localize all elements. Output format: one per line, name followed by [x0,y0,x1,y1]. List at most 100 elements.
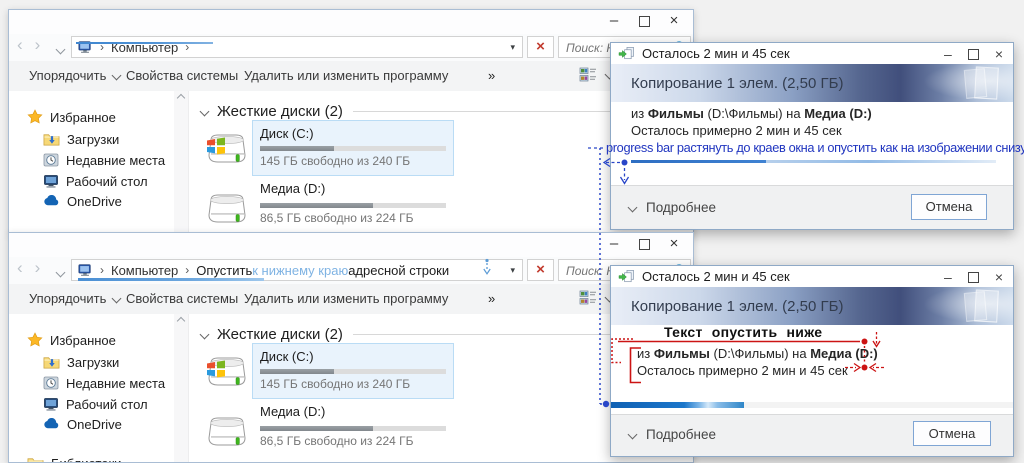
dialog-title: Осталось 2 мин и 45 сек [642,269,790,284]
drive-capacity-bar [260,146,446,151]
annotation-red-note: Текст опустить ниже [664,324,822,340]
address-annotation-2: к нижнему краю [252,263,348,278]
forward-button[interactable]: › [35,258,53,277]
maximize-button[interactable] [629,11,659,31]
dialog-title-bar[interactable]: Осталось 2 мин и 45 сек – × [611,43,1013,64]
nav-history-chevron-icon[interactable] [56,268,66,278]
copy-dialog-top: Осталось 2 мин и 45 сек – × Копирование … [610,42,1014,230]
address-annotation-1: Опустить [196,263,252,278]
close-button[interactable]: × [995,45,1003,63]
toolbar-system-properties[interactable]: Свойства системы [126,291,238,306]
details-toggle[interactable]: Подробнее [629,200,716,215]
address-bar: ‹› › Компьютер › Опустить к нижнему краю… [9,257,693,284]
sidebar-item-onedrive[interactable]: OneDrive [43,414,122,434]
cancel-button[interactable]: Отмена [911,194,987,220]
back-button[interactable]: ‹ [17,258,35,277]
drive-caption: 86,5 ГБ свободно из 224 ГБ [260,434,414,448]
maximize-button[interactable] [629,234,659,254]
dialog-title-bar[interactable]: Осталось 2 мин и 45 сек – × [611,266,1013,287]
cancel-button[interactable]: Отмена [913,421,991,446]
sidebar-item-downloads[interactable]: Загрузки [43,129,119,149]
nav-history-chevron-icon[interactable] [56,45,66,55]
sidebar: Избранное Загрузки Недавние места Рабочи… [9,314,174,462]
title-bar[interactable]: – × [9,10,693,34]
hdd-windows-icon[interactable] [203,350,251,392]
forward-button[interactable]: › [35,35,53,54]
maximize-icon [968,49,979,60]
minimize-button[interactable]: – [944,268,952,286]
drive-name[interactable]: Диск (C:) [260,349,314,364]
toolbar-uninstall-program[interactable]: Удалить или изменить программу [244,291,448,306]
toolbar-organize[interactable]: Упорядочить [29,68,120,83]
drive-name[interactable]: Медиа (D:) [260,404,325,419]
dialog-title: Осталось 2 мин и 45 сек [642,46,790,61]
drive-name[interactable]: Диск (C:) [260,126,314,141]
sidebar-item-desktop[interactable]: Рабочий стол [43,171,148,191]
download-folder-icon [43,355,60,369]
minimize-button[interactable]: – [599,11,629,31]
sidebar-item-downloads[interactable]: Загрузки [43,352,119,372]
hdd-windows-icon[interactable] [203,127,251,169]
maximize-icon [639,16,650,27]
minimize-button[interactable]: – [599,234,629,254]
close-button[interactable]: × [659,11,689,31]
toolbar-overflow-button[interactable]: » [488,291,495,306]
maximize-button[interactable] [968,44,979,64]
view-switcher-icon[interactable] [579,67,597,82]
sidebar-item-libraries[interactable]: Библиотеки [27,453,121,463]
toolbar-organize[interactable]: Упорядочить [29,291,120,306]
sidebar-item-recent-places[interactable]: Недавние места [43,150,165,170]
window-controls: – × [599,11,689,31]
sidebar-scrollbar[interactable] [174,91,189,233]
details-toggle[interactable]: Подробнее [629,427,716,442]
sidebar-item-recent-places[interactable]: Недавние места [43,373,165,393]
glass-page-icon [974,66,999,99]
sidebar-item-favorites[interactable]: Избранное [27,107,116,127]
close-button[interactable]: × [659,234,689,254]
title-bar[interactable]: – × [9,233,693,257]
drive-caption: 145 ГБ свободно из 240 ГБ [260,154,410,168]
sidebar-item-favorites[interactable]: Избранное [27,330,116,350]
back-button[interactable]: ‹ [17,35,35,54]
hdd-icon[interactable] [203,410,251,452]
toolbar-overflow-button[interactable]: » [488,68,495,83]
copy-progress-bar [631,160,996,163]
toolbar-system-properties[interactable]: Свойства системы [126,68,238,83]
hdd-icon[interactable] [203,187,251,229]
section-header[interactable]: Жесткие диски (2) [201,101,656,121]
desktop-icon [43,396,59,412]
stop-button[interactable]: × [527,36,554,58]
address-bar: ‹› › Компьютер › ▾ × [9,34,693,61]
recent-places-icon [43,152,59,168]
dialog-header-text: Копирование 1 элем. (2,50 ГБ) [631,75,843,92]
scroll-up-icon[interactable] [177,94,185,102]
explorer-window-bottom: – × ‹› › Компьютер › Опустить к нижнему … [8,232,694,463]
chevron-down-icon [200,106,210,116]
address-dropdown-icon[interactable]: ▾ [510,42,515,53]
drive-caption: 86,5 ГБ свободно из 224 ГБ [260,211,414,225]
view-switcher-icon[interactable] [579,290,597,305]
explorer-window-top: – × ‹› › Компьютер › ▾ × Упорядочить Сво… [8,9,694,234]
maximize-icon [968,272,979,283]
sidebar-scrollbar[interactable] [174,314,189,462]
star-icon [27,109,43,125]
sidebar-item-onedrive[interactable]: OneDrive [43,191,122,211]
minimize-button[interactable]: – [944,45,952,63]
sidebar-item-desktop[interactable]: Рабочий стол [43,394,148,414]
address-dropdown-icon[interactable]: ▾ [510,265,515,276]
drive-name[interactable]: Медиа (D:) [260,181,325,196]
close-button[interactable]: × [995,268,1003,286]
drive-capacity-bar [260,203,446,208]
time-remaining: Осталось примерно 2 мин и 45 сек [631,123,842,138]
content-area: Избранное Загрузки Недавние места Рабочи… [9,314,693,462]
scroll-up-icon[interactable] [177,317,185,325]
stop-button[interactable]: × [527,259,554,281]
toolbar-uninstall-program[interactable]: Удалить или изменить программу [244,68,448,83]
drive-capacity-bar [260,369,446,374]
maximize-button[interactable] [968,267,979,287]
breadcrumb-root[interactable]: Компьютер [111,263,178,278]
breadcrumb[interactable]: › Компьютер › ▾ [71,36,523,58]
section-header[interactable]: Жесткие диски (2) [201,324,656,344]
dialog-footer: Подробнее Отмена [611,185,1013,229]
annotation-blue-note: progress bar растянуть до краев окна и о… [606,140,1024,155]
